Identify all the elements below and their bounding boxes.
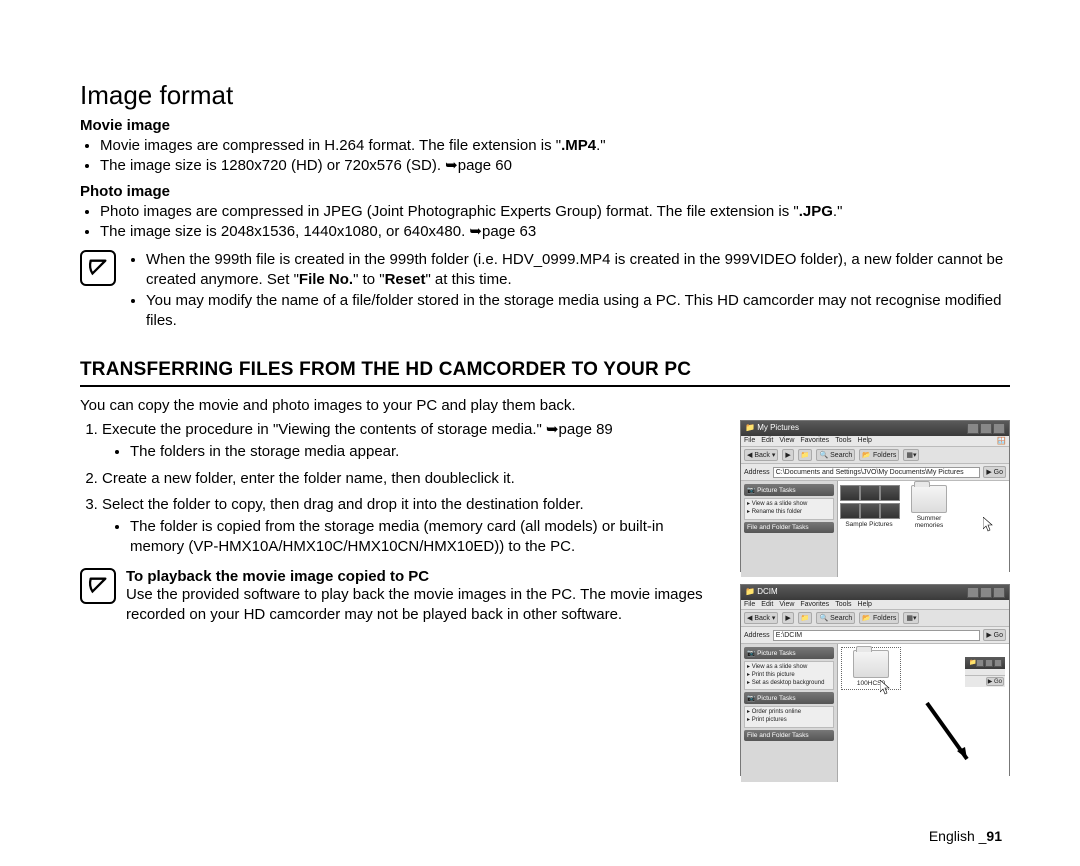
forward-button[interactable]: ▶ [782,612,793,624]
search-button[interactable]: 🔍 Search [816,449,855,461]
go-button-overlay[interactable]: ▶ Go [986,677,1004,686]
folders-button[interactable]: 📂 Folders [859,612,899,624]
task-link[interactable]: ▸ View as a slide show [747,501,831,509]
list-item: Photo images are compressed in JPEG (Joi… [100,202,1010,222]
note-list: When the 999th file is created in the 99… [126,250,1010,331]
steps-list: Execute the procedure in "Viewing the co… [80,420,720,558]
list-item: Movie images are compressed in H.264 for… [100,136,1010,156]
intro-text: You can copy the movie and photo images … [80,397,1010,414]
movie-image-list: Movie images are compressed in H.264 for… [80,136,1010,177]
titlebar: 📁 My Pictures [741,421,1009,436]
views-button[interactable]: ▦▾ [903,612,919,624]
titlebar: 📁 DCIM [741,585,1009,600]
task-link[interactable]: ▸ Set as desktop background [747,680,831,688]
list-item: Select the folder to copy, then drag and… [102,495,720,558]
cursor-icon [983,517,995,533]
list-item: Create a new folder, enter the folder na… [102,469,720,489]
folder-icon [911,485,947,513]
menubar[interactable]: FileEditViewFavoritesToolsHelp [741,600,1009,609]
list-item: The folders in the storage media appear. [130,442,720,462]
folders-button[interactable]: 📂 Folders [859,449,899,461]
go-button[interactable]: ▶ Go [983,629,1006,641]
drag-arrow-icon [919,699,979,769]
close-button[interactable] [993,587,1005,598]
side-panel: 📷 Picture Tasks ▸ View as a slide show ▸… [741,481,838,577]
back-button[interactable]: ◀ Back ▾ [744,449,778,461]
file-tasks-panel[interactable]: File and Folder Tasks [744,730,834,741]
up-button[interactable]: 📁 [798,612,813,624]
screenshot-my-pictures: 📁 My Pictures FileEditViewFavoritesTools… [740,420,1010,572]
page-footer: English _91 [929,828,1002,844]
addressbar[interactable]: Address E:\DCIM ▶ Go [741,627,1009,644]
movie-image-heading: Movie image [80,117,1010,134]
address-input[interactable]: C:\Documents and Settings\JVO\My Documen… [773,467,981,478]
list-item: The image size is 2048x1536, 1440x1080, … [100,222,1010,242]
folder-sample-pictures[interactable]: Sample Pictures [842,485,896,528]
menubar[interactable]: FileEditViewFavoritesToolsHelp 🪟 [741,436,1009,446]
photo-image-list: Photo images are compressed in JPEG (Joi… [80,202,1010,243]
maximize-button[interactable] [980,423,992,434]
minimize-button[interactable] [967,423,979,434]
side-panel: 📷 Picture Tasks ▸ View as a slide show ▸… [741,644,838,782]
task-link[interactable]: ▸ View as a slide show [747,664,831,672]
file-tasks-panel[interactable]: File and Folder Tasks [744,522,834,533]
folder-summer-memories[interactable]: Summer memories [902,485,956,529]
task-link[interactable]: ▸ Order prints online [747,709,831,717]
picture-tasks-panel[interactable]: 📷 Picture Tasks [744,647,834,659]
section-title: Image format [80,80,1010,111]
task-link[interactable]: ▸ Rename this folder [747,509,831,517]
forward-button[interactable]: ▶ [782,449,793,461]
search-button[interactable]: 🔍 Search [816,612,855,624]
list-item: You may modify the name of a file/folder… [146,291,1010,332]
folder-icon [853,650,889,678]
toolbar[interactable]: ◀ Back ▾ ▶ 📁 🔍 Search 📂 Folders ▦▾ [741,446,1009,464]
task-link[interactable]: ▸ Print pictures [747,717,831,725]
maximize-button[interactable] [980,587,992,598]
list-item: Execute the procedure in "Viewing the co… [102,420,720,463]
minimize-button[interactable] [967,587,979,598]
list-item: The image size is 1280x720 (HD) or 720x5… [100,156,1010,176]
photo-image-heading: Photo image [80,183,1010,200]
up-button[interactable]: 📁 [798,449,813,461]
picture-tasks-panel-2[interactable]: 📷 Picture Tasks [744,692,834,704]
go-button[interactable]: ▶ Go [983,466,1006,478]
note-icon [80,568,116,604]
picture-tasks-panel[interactable]: 📷 Picture Tasks [744,484,834,496]
addressbar[interactable]: Address C:\Documents and Settings\JVO\My… [741,464,1009,481]
note-icon [80,250,116,286]
toolbar[interactable]: ◀ Back ▾ ▶ 📁 🔍 Search 📂 Folders ▦▾ [741,609,1009,627]
address-input[interactable]: E:\DCIM [773,630,981,641]
playback-text: Use the provided software to play back t… [126,585,720,626]
screenshot-dcim: 📁 DCIM FileEditViewFavoritesToolsHelp ◀ … [740,584,1010,776]
content-area[interactable]: Sample Pictures Summer memories [838,481,1009,577]
list-item: When the 999th file is created in the 99… [146,250,1010,291]
close-button[interactable] [993,423,1005,434]
list-item: The folder is copied from the storage me… [130,517,720,558]
task-link[interactable]: ▸ Print this picture [747,672,831,680]
cursor-icon [880,680,892,696]
playback-heading: To playback the movie image copied to PC [126,568,720,585]
views-button[interactable]: ▦▾ [903,449,919,461]
back-button[interactable]: ◀ Back ▾ [744,612,778,624]
transfer-heading: TRANSFERRING FILES FROM THE HD CAMCORDER… [80,359,1010,387]
